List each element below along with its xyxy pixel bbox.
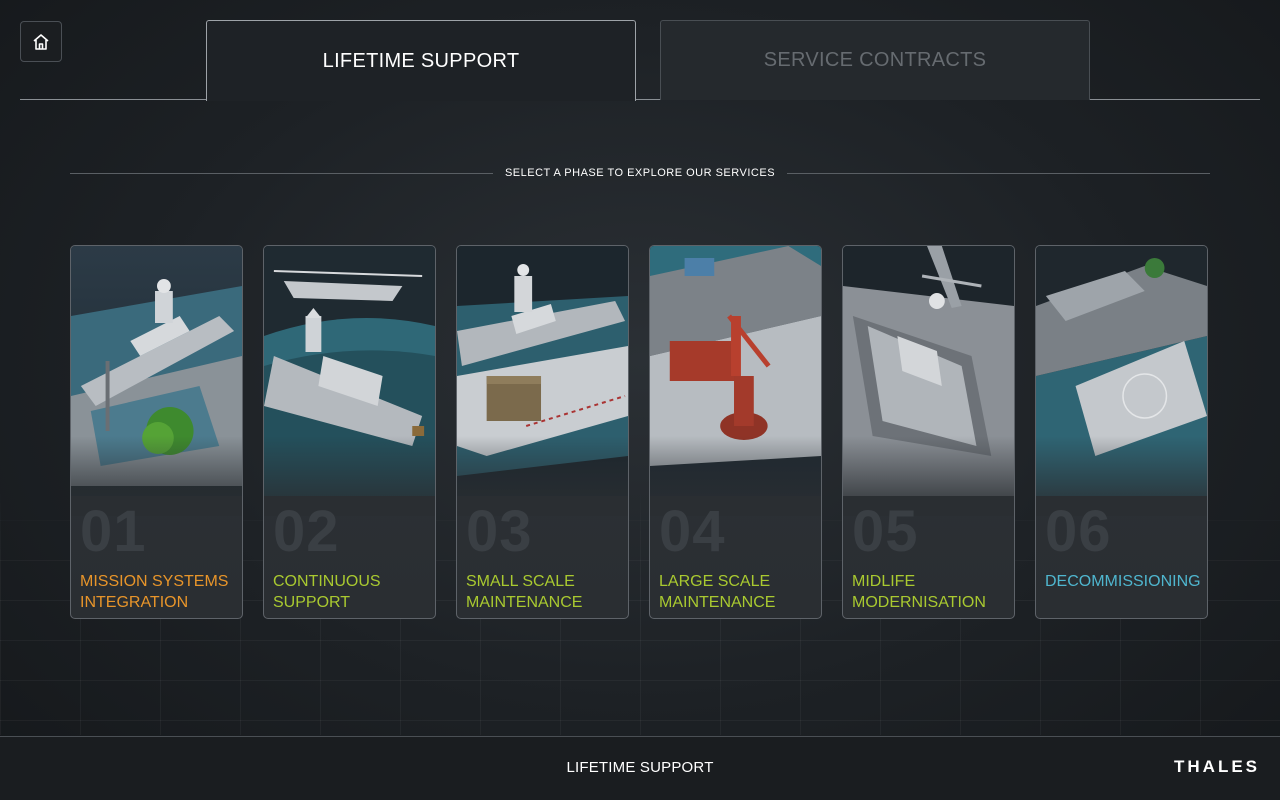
phase-card-midlife-modernisation[interactable]: 05 MIDLIFE MODERNISATION xyxy=(842,245,1015,619)
thales-logo: THALES xyxy=(1174,757,1260,776)
phase-card-large-scale-maintenance[interactable]: 04 LARGE SCALE MAINTENANCE xyxy=(649,245,822,619)
phase-label: DECOMMISSIONING xyxy=(1045,573,1201,590)
footer-title: LIFETIME SUPPORT xyxy=(566,759,714,776)
phase-card-mission-systems-integration[interactable]: 01 MISSION SYSTEMS INTEGRATION xyxy=(70,245,243,619)
home-button[interactable] xyxy=(20,21,62,62)
phase-label: MIDLIFE MODERNISATION xyxy=(852,573,986,611)
tab-lifetime-support[interactable]: LIFETIME SUPPORT xyxy=(206,20,636,101)
phase-label: LARGE SCALE MAINTENANCE xyxy=(659,573,776,611)
phase-number: 05 xyxy=(852,499,919,564)
select-phase-prompt: SELECT A PHASE TO EXPLORE OUR SERVICES xyxy=(504,167,776,179)
divider xyxy=(787,172,1210,174)
phase-number: 01 xyxy=(80,499,147,564)
divider xyxy=(70,172,493,174)
phase-card-small-scale-maintenance[interactable]: 03 SMALL SCALE MAINTENANCE xyxy=(456,245,629,619)
phase-number: 06 xyxy=(1045,499,1112,564)
home-icon xyxy=(33,33,49,50)
section-heading: SELECT A PHASE TO EXPLORE OUR SERVICES xyxy=(70,165,1210,181)
phase-label: MISSION SYSTEMS INTEGRATION xyxy=(80,573,229,611)
phase-card-decommissioning[interactable]: 06 DECOMMISSIONING xyxy=(1035,245,1208,619)
phase-number: 03 xyxy=(466,499,533,564)
phase-card-continuous-support[interactable]: 02 CONTINUOUS SUPPORT xyxy=(263,245,436,619)
tab-service-contracts[interactable]: SERVICE CONTRACTS xyxy=(660,20,1090,100)
phase-label: CONTINUOUS SUPPORT xyxy=(273,573,381,611)
footer-divider xyxy=(0,736,1280,737)
phase-number: 04 xyxy=(659,499,726,564)
phase-label: SMALL SCALE MAINTENANCE xyxy=(466,573,583,611)
phase-number: 02 xyxy=(273,499,340,564)
